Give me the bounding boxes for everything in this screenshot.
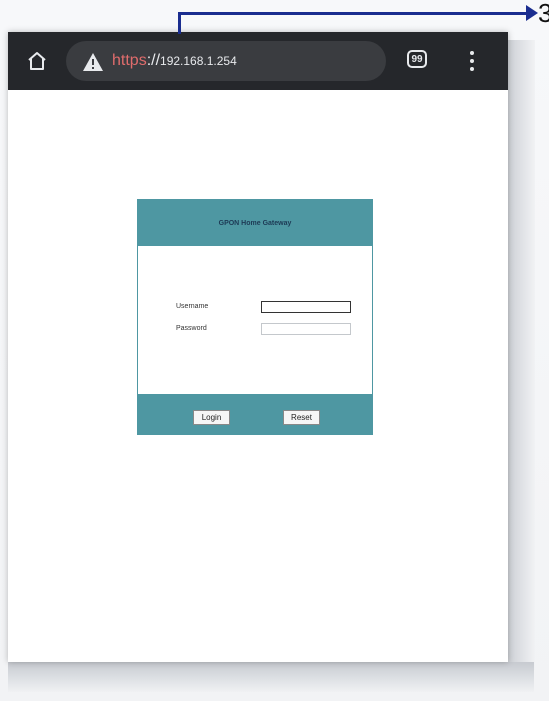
annotation-arrow-line [178,12,528,15]
login-header: GPON Home Gateway [138,200,372,246]
login-panel: GPON Home Gateway Username Password Logi… [137,199,373,435]
username-input[interactable] [261,301,351,313]
url-host: 192.168.1.254 [160,54,237,68]
browser-toolbar: https://192.168.1.254 99 [8,32,508,90]
tab-switcher-button[interactable]: 99 [405,48,429,72]
warning-icon[interactable] [82,52,104,72]
address-bar[interactable]: https://192.168.1.254 [66,41,386,81]
annotation-arrow-head [526,5,538,21]
url-text: https://192.168.1.254 [112,51,237,71]
home-button[interactable] [22,46,52,76]
password-label: Password [176,325,207,332]
username-label: Username [176,303,209,310]
home-icon [28,52,46,70]
menu-dot [470,51,474,55]
overflow-menu-icon[interactable] [460,48,484,74]
annotation-number: 3 [538,0,549,28]
phone-screen: https://192.168.1.254 99 GPON Home Gatew… [8,32,508,662]
screen-shadow-bottom [8,662,534,692]
password-input[interactable] [261,323,351,335]
annotation-arrow-stem [178,12,181,34]
screen-shadow-right [505,40,535,670]
menu-dot [470,67,474,71]
login-footer: Login Reset [138,394,372,434]
url-scheme: https [112,52,147,69]
tab-count: 99 [407,50,427,68]
url-separator: :// [146,52,161,69]
login-title: GPON Home Gateway [218,219,292,227]
reset-button[interactable]: Reset [283,410,320,425]
login-button[interactable]: Login [193,410,230,425]
menu-dot [470,59,474,63]
